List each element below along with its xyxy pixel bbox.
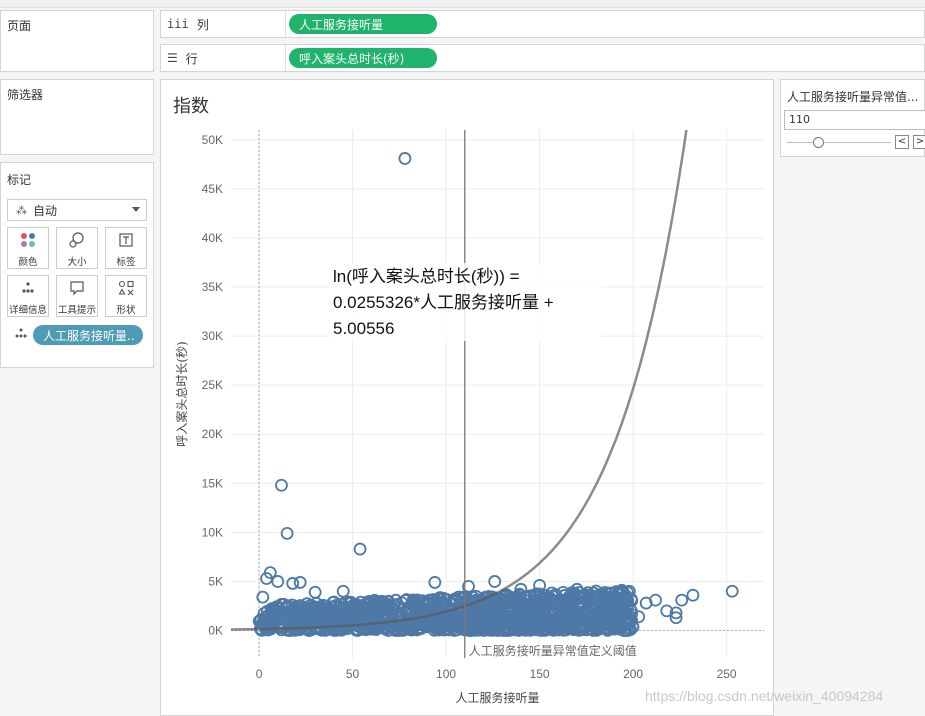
parameter-slider-handle[interactable] xyxy=(813,137,824,148)
label-icon xyxy=(106,232,146,254)
y-axis-title: 呼入案头总时长(秒) xyxy=(174,341,189,446)
y-tick-label: 5K xyxy=(208,574,223,588)
data-point[interactable] xyxy=(275,478,288,492)
x-tick-label: 150 xyxy=(530,667,550,681)
reference-line-label: 人工服务接听量异常值定义阈值 xyxy=(469,643,637,658)
data-point[interactable] xyxy=(293,576,307,589)
tooltip-icon xyxy=(57,280,97,302)
y-tick-label: 35K xyxy=(202,280,223,294)
top-toolbar-strip xyxy=(0,0,925,8)
parameter-slider-track[interactable] xyxy=(787,142,891,143)
shape-button-label: 形状 xyxy=(116,305,136,316)
y-tick-label: 40K xyxy=(202,231,223,245)
columns-shelf[interactable]: iii 列 人工服务接听量 xyxy=(160,10,925,38)
rows-shelf[interactable]: ☰ 行 呼入案头总时长(秒) xyxy=(160,44,925,72)
y-tick-label: 30K xyxy=(202,329,223,343)
parameter-panel: 人工服务接听量异常值... 110 < > xyxy=(780,79,925,157)
rows-shelf-label: 行 xyxy=(185,51,198,66)
rows-shelf-label-box: ☰ 行 xyxy=(161,45,286,71)
data-point[interactable] xyxy=(280,526,294,540)
pages-panel-title: 页面 xyxy=(7,19,32,33)
x-axis-title: 人工服务接听量 xyxy=(455,690,539,705)
size-icon xyxy=(57,232,97,254)
data-point[interactable] xyxy=(686,588,700,602)
chevron-left-icon: < xyxy=(897,136,907,147)
columns-icon: iii xyxy=(167,17,189,31)
scatter-chart[interactable]: 0K 5K 10K 15K 20K 25K 30K 35K 40K 45K 50K 0 50 100 150… xyxy=(161,80,773,715)
x-tick-label: 0 xyxy=(256,667,263,681)
filters-panel[interactable]: 筛选器 xyxy=(0,79,154,155)
data-point[interactable] xyxy=(675,593,689,607)
data-point[interactable] xyxy=(398,152,412,165)
chevron-down-icon xyxy=(132,207,140,212)
mark-type-value: 自动 xyxy=(33,203,58,218)
rows-field-pill[interactable]: 呼入案头总时长(秒) xyxy=(289,48,437,68)
y-tick-label: 0K xyxy=(208,624,223,638)
watermark-text: https://blog.csdn.net/weixin_40094284 xyxy=(645,688,884,704)
trend-line-group xyxy=(231,80,764,631)
tooltip-button-label: 工具提示 xyxy=(57,305,96,316)
parameter-prev-button[interactable]: < xyxy=(895,135,909,149)
rows-icon: ☰ xyxy=(167,51,178,65)
parameter-title: 人工服务接听量异常值... xyxy=(787,90,919,104)
y-tick-label: 10K xyxy=(202,525,223,539)
label-button[interactable]: 标签 xyxy=(105,227,147,269)
data-point[interactable] xyxy=(725,584,739,598)
detail-button[interactable]: 详细信息 xyxy=(7,275,49,317)
pages-panel: 页面 xyxy=(0,10,154,72)
y-tick-label: 25K xyxy=(202,378,223,392)
columns-shelf-label: 列 xyxy=(196,17,209,32)
detail-field-pill[interactable]: 人工服务接听量.. xyxy=(33,325,143,345)
mark-type-dropdown[interactable]: ⁂ 自动 xyxy=(7,199,147,221)
y-tick-label: 15K xyxy=(202,476,223,490)
columns-field-pill[interactable]: 人工服务接听量 xyxy=(289,14,437,34)
trend-equation-line: 5.00556 xyxy=(333,319,394,338)
chart-panel: 指数 0K 5K 10K 15K 20K 25K 30K 35K 40K 45K 50K 0 50 100… xyxy=(160,79,774,716)
y-tick-label: 50K xyxy=(202,133,223,147)
points-group xyxy=(252,152,739,637)
color-button[interactable]: 颜色 xyxy=(7,227,49,269)
trend-line[interactable] xyxy=(231,80,764,631)
color-button-label: 颜色 xyxy=(18,257,38,268)
tooltip-button[interactable]: 工具提示 xyxy=(56,275,98,317)
detail-pill-icon xyxy=(14,327,28,342)
color-dots-icon xyxy=(8,232,48,254)
detail-button-label: 详细信息 xyxy=(8,305,47,316)
x-tick-label: 50 xyxy=(346,667,360,681)
trend-equation-line: 0.0255326*人工服务接听量 + xyxy=(333,293,554,312)
parameter-value-input[interactable]: 110 xyxy=(784,110,925,130)
data-point[interactable] xyxy=(336,584,350,598)
mark-type-icon: ⁂ xyxy=(16,203,27,217)
size-button-label: 大小 xyxy=(67,257,87,268)
x-tick-label: 200 xyxy=(623,667,643,681)
shape-icon xyxy=(106,280,146,302)
trend-equation-line: ln(呼入案头总时长(秒)) = xyxy=(333,267,520,286)
shape-button[interactable]: 形状 xyxy=(105,275,147,317)
data-point[interactable] xyxy=(353,542,367,556)
marks-panel: 标记 ⁂ 自动 颜色 大小 标签 详细信息 工具提示 形状 人工服务接听量.. xyxy=(0,162,154,368)
x-tick-label: 100 xyxy=(436,667,456,681)
data-point[interactable] xyxy=(428,576,442,589)
data-point[interactable] xyxy=(308,585,322,599)
chevron-right-icon: > xyxy=(915,136,925,147)
size-button[interactable]: 大小 xyxy=(56,227,98,269)
label-button-label: 标签 xyxy=(116,257,136,268)
detail-icon xyxy=(8,280,48,302)
columns-shelf-label-box: iii 列 xyxy=(161,11,286,37)
x-tick-label: 250 xyxy=(717,667,737,681)
parameter-next-button[interactable]: > xyxy=(913,135,925,149)
marks-panel-title: 标记 xyxy=(7,173,32,187)
filters-panel-title: 筛选器 xyxy=(7,88,44,102)
y-tick-label: 45K xyxy=(202,182,223,196)
y-tick-label: 20K xyxy=(202,427,223,441)
